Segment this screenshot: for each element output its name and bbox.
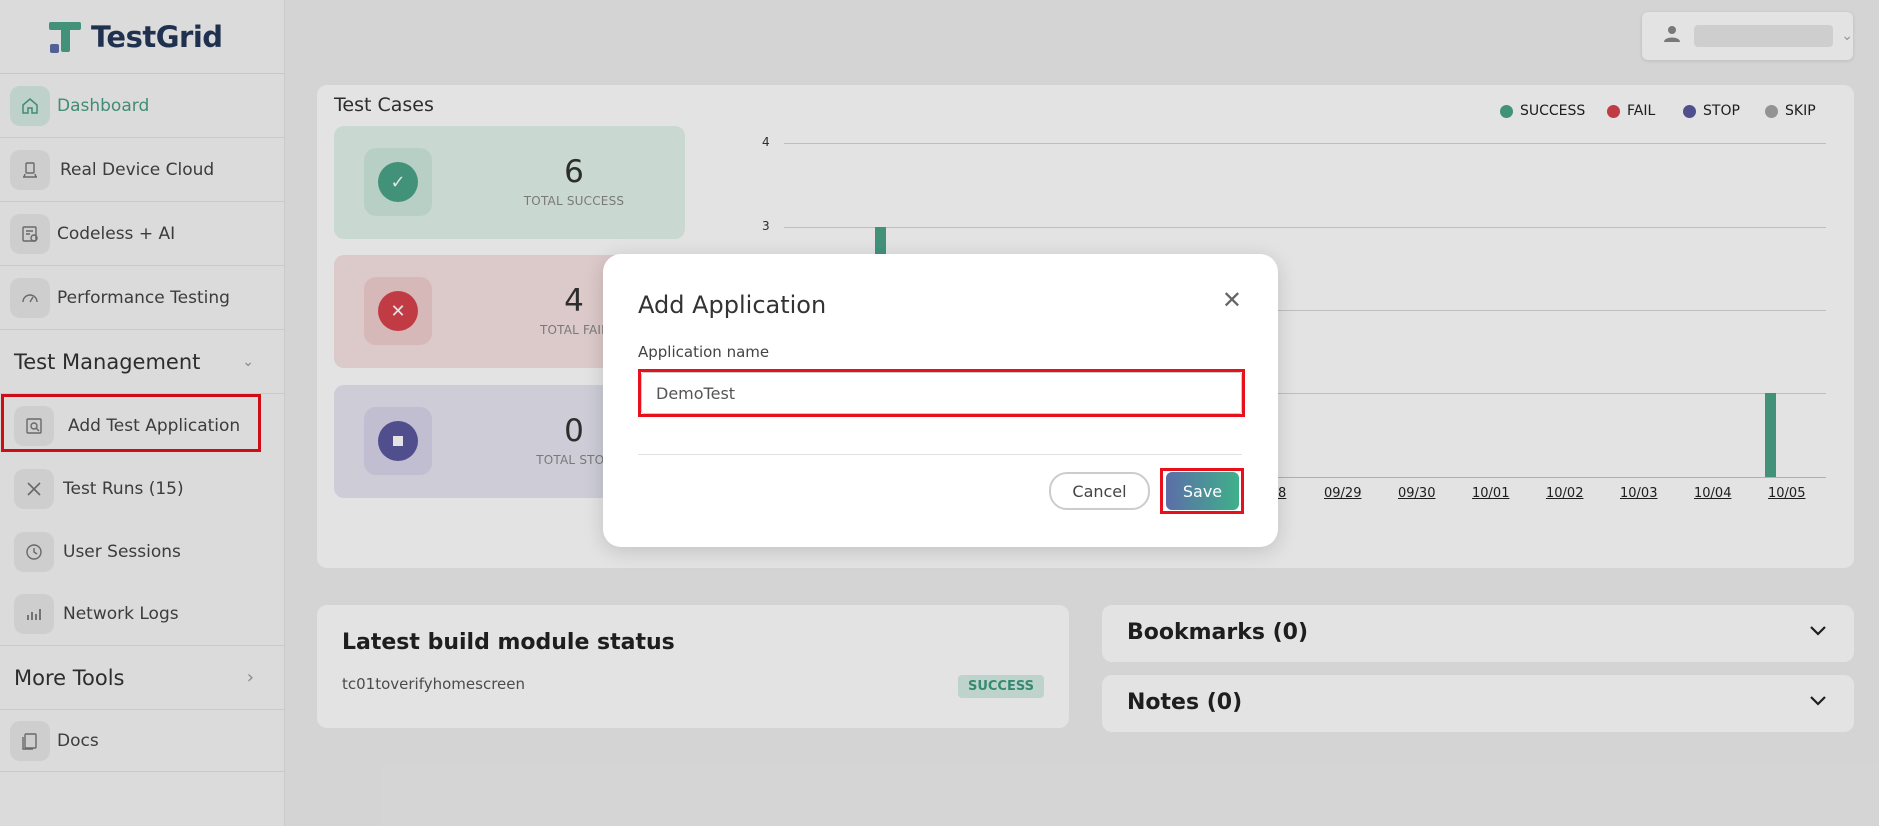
add-application-modal: Add Application ✕ Application name Cance… [603, 254, 1278, 547]
cancel-button[interactable]: Cancel [1049, 472, 1150, 510]
modal-title: Add Application [638, 291, 827, 319]
close-icon[interactable]: ✕ [1222, 286, 1242, 314]
highlight-application-name-input [638, 369, 1245, 417]
application-name-label: Application name [638, 343, 770, 361]
modal-divider [638, 454, 1242, 455]
highlight-save-button [1160, 468, 1244, 514]
